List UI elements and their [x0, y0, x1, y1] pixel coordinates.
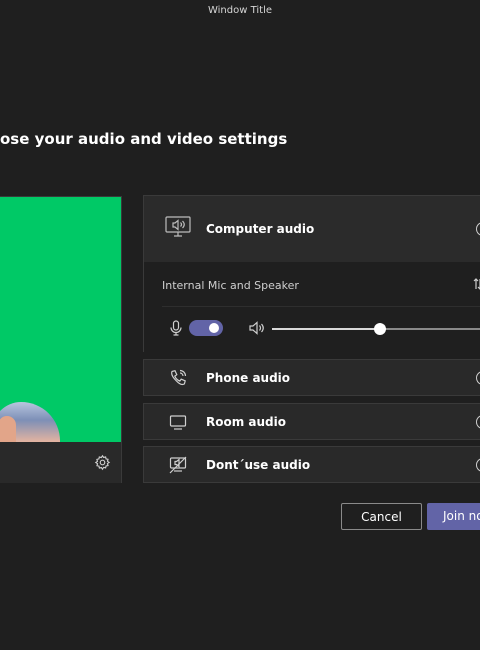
phone-audio-radio[interactable]	[476, 371, 480, 385]
computer-audio-label: Computer audio	[206, 222, 315, 236]
window-title: Window Title	[207, 5, 273, 16]
room-display-icon	[169, 415, 187, 430]
audio-device-label: Internal Mic and Speaker	[162, 279, 299, 292]
computer-audio-radio[interactable]	[476, 222, 480, 236]
video-controls-bar	[0, 442, 121, 483]
room-audio-radio[interactable]	[476, 415, 480, 429]
room-audio-label: Room audio	[206, 415, 286, 429]
volume-slider-fill	[272, 328, 381, 330]
no-audio-label: Dont´use audio	[206, 458, 311, 472]
room-audio-option[interactable]: Room audio	[143, 403, 480, 440]
computer-audio-settings: Internal Mic and Speaker	[144, 262, 480, 353]
phone-audio-option[interactable]: Phone audio	[143, 359, 480, 396]
camera-preview	[0, 197, 121, 442]
volume-slider-thumb[interactable]	[374, 323, 387, 335]
phone-icon	[171, 369, 187, 386]
switch-arrows-icon[interactable]	[473, 278, 480, 290]
toggle-knob	[209, 323, 219, 333]
microphone-icon	[170, 320, 182, 336]
no-audio-option[interactable]: Dont´use audio	[143, 446, 480, 483]
cancel-button[interactable]: Cancel	[341, 503, 422, 530]
volume-slider[interactable]	[272, 323, 480, 335]
computer-audio-icon	[165, 216, 191, 237]
computer-audio-option[interactable]: Computer audio	[144, 196, 480, 262]
computer-audio-panel: Computer audio Internal Mic and Speaker	[143, 195, 480, 353]
join-now-button[interactable]: Join now	[427, 503, 480, 530]
user-hand-image	[0, 402, 60, 442]
page-title: ose your audio and video settings	[0, 130, 288, 148]
divider	[162, 306, 480, 307]
no-audio-radio[interactable]	[476, 458, 480, 472]
video-preview-card	[0, 196, 122, 483]
speaker-icon	[249, 321, 264, 335]
gear-icon[interactable]	[94, 454, 111, 471]
phone-audio-label: Phone audio	[206, 371, 291, 385]
no-audio-icon	[169, 456, 187, 474]
microphone-toggle[interactable]	[189, 320, 223, 336]
